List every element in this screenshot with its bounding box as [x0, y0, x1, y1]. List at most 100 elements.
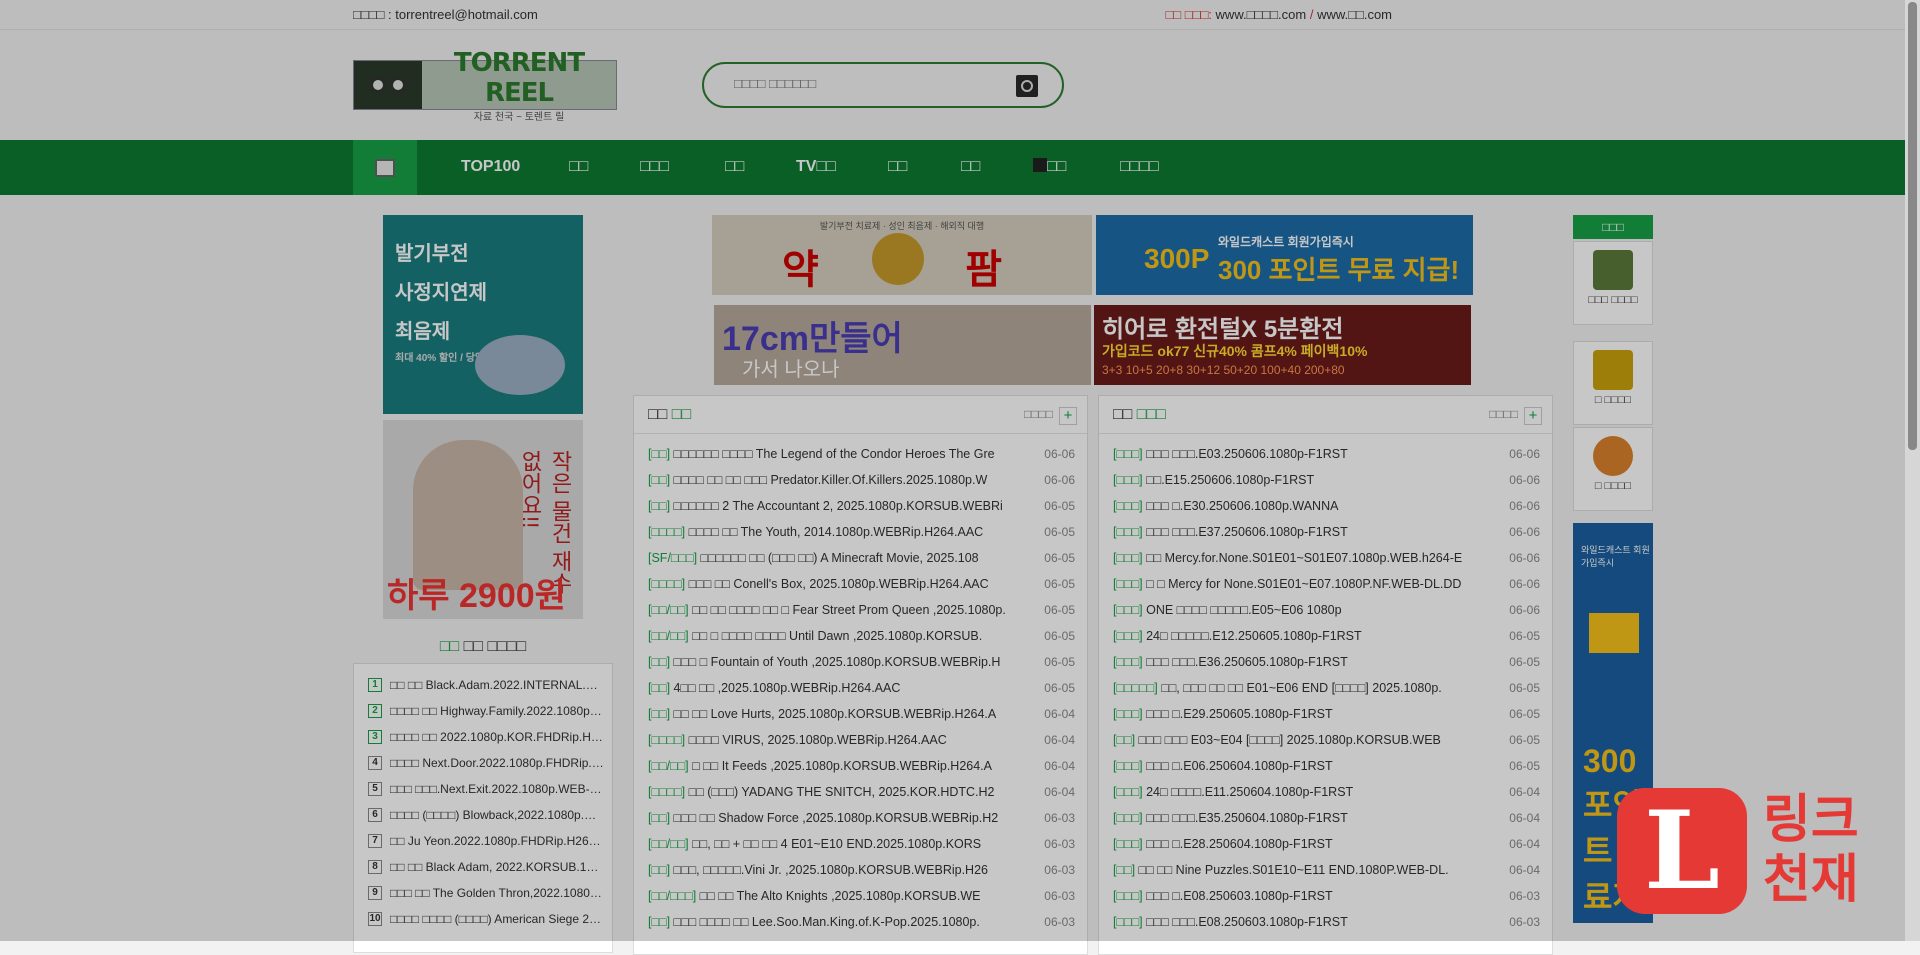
table-row[interactable]: [□□□□] □□ (□□□) YADANG THE SNITCH, 2025.…: [648, 779, 1075, 805]
table-row[interactable]: [□□□] 24□ □□□□□.E12.250605.1080p-F1RST 06…: [1113, 623, 1540, 649]
banner-pharmacy[interactable]: 발기부전 치료제 · 성인 최음제 · 해외직 대행 약 팜: [712, 215, 1092, 295]
post-title[interactable]: [□□] □□□□ □□ □□ □□□ Predator.Killer.Of.K…: [648, 473, 1039, 487]
list-item[interactable]: 2 □□□□ □□ Highway.Family.2022.1080p.WEB: [368, 698, 606, 724]
post-title[interactable]: [SF/□□□] □□□□□□ □□ (□□□ □□) A Minecraft …: [648, 551, 1039, 565]
list-item[interactable]: 1 □□ □□ Black.Adam.2022.INTERNAL.1080p: [368, 672, 606, 698]
table-row[interactable]: [□□] □□ □□ Love Hurts, 2025.1080p.KORSUB…: [648, 701, 1075, 727]
post-title[interactable]: [□□] □□□, □□□□□.Vini Jr. ,2025.1080p.KOR…: [648, 863, 1039, 877]
table-row[interactable]: [SF/□□□] □□□□□□ □□ (□□□ □□) A Minecraft …: [648, 545, 1075, 571]
item-title[interactable]: □□□□ □□ 2022.1080p.KOR.FHDRip.H264: [390, 730, 604, 744]
post-title[interactable]: [□□] □□□ □ Fountain of Youth ,2025.1080p…: [648, 655, 1039, 669]
plus-button[interactable]: +: [1524, 407, 1542, 425]
sidebar-link-3[interactable]: □ □□□□: [1573, 427, 1653, 511]
nav-item-tv[interactable]: TV□□: [796, 158, 836, 176]
item-title[interactable]: □□□ □□□.Next.Exit.2022.1080p.WEB-DL: [390, 782, 604, 796]
table-row[interactable]: [□□□] □□□ □.E06.250604.1080p-F1RST 06-05: [1113, 753, 1540, 779]
post-title[interactable]: [□□□] 24□ □□□□□.E12.250605.1080p-F1RST: [1113, 629, 1504, 643]
post-title[interactable]: [□□] □□□□□□ 2 The Accountant 2, 2025.108…: [648, 499, 1039, 513]
post-title[interactable]: [□□□] □□□ □.E29.250605.1080p-F1RST: [1113, 707, 1504, 721]
post-title[interactable]: [□□] 4□□ □□ ,2025.1080p.WEBRip.H264.AAC: [648, 681, 1039, 695]
post-title[interactable]: [□□□] □□□ □□□.E08.250603.1080p-F1RST: [1113, 915, 1504, 929]
post-title[interactable]: [□□/□□□] □□ □□ The Alto Knights ,2025.10…: [648, 889, 1039, 903]
table-row[interactable]: [□□/□□] □□ □□ □□□□ □□ □ Fear Street Prom…: [648, 597, 1075, 623]
post-title[interactable]: [□□□] □□□ □.E06.250604.1080p-F1RST: [1113, 759, 1504, 773]
post-title[interactable]: [□□/□□] □□ □□ □□□□ □□ □ Fear Street Prom…: [648, 603, 1039, 617]
post-title[interactable]: [□□□] □□.E15.250606.1080p-F1RST: [1113, 473, 1504, 487]
post-title[interactable]: [□□□] □□ Mercy.for.None.S01E01~S01E07.10…: [1113, 551, 1504, 565]
post-title[interactable]: [□□□] □□□ □□□.E35.250604.1080p-F1RST: [1113, 811, 1504, 825]
post-title[interactable]: [□□/□□] □ □□ It Feeds ,2025.1080p.KORSUB…: [648, 759, 1039, 773]
table-row[interactable]: [□□□] □□□ □.E30.250606.1080p.WANNA 06-06: [1113, 493, 1540, 519]
table-row[interactable]: [□□□] □ □ Mercy for None.S01E01~E07.1080…: [1113, 571, 1540, 597]
nav-item-8[interactable]: □□: [1033, 158, 1066, 176]
nav-item-7[interactable]: □□: [961, 158, 980, 176]
table-row[interactable]: [□□□□] □□□□ VIRUS, 2025.1080p.WEBRip.H26…: [648, 727, 1075, 753]
search-button[interactable]: [1016, 75, 1038, 97]
more-link[interactable]: □□□□: [1489, 407, 1518, 421]
post-title[interactable]: [□□□] □□□ □.E30.250606.1080p.WANNA: [1113, 499, 1504, 513]
table-row[interactable]: [□□□] □□□ □.E08.250603.1080p-F1RST 06-03: [1113, 883, 1540, 909]
post-title[interactable]: [□□□□] □□□□ VIRUS, 2025.1080p.WEBRip.H26…: [648, 733, 1039, 747]
banner-points[interactable]: 300P 와일드캐스트 회원가입즉시 300 포인트 무료 지급!: [1096, 215, 1473, 295]
post-title[interactable]: [□□] □□□ □□□ E03~E04 [□□□□] 2025.1080p.K…: [1113, 733, 1504, 747]
list-item[interactable]: 3 □□□□ □□ 2022.1080p.KOR.FHDRip.H264: [368, 724, 606, 750]
post-title[interactable]: [□□□□] □□ (□□□) YADANG THE SNITCH, 2025.…: [648, 785, 1039, 799]
table-row[interactable]: [□□□] □□□ □□□.E03.250606.1080p-F1RST 06-0…: [1113, 441, 1540, 467]
nav-item-2[interactable]: □□: [569, 158, 588, 176]
table-row[interactable]: [□□□] □□□ □.E29.250605.1080p-F1RST 06-05: [1113, 701, 1540, 727]
post-title[interactable]: [□□] □□ □□ Love Hurts, 2025.1080p.KORSUB…: [648, 707, 1039, 721]
table-row[interactable]: [□□□] □□□ □□□.E36.250605.1080p-F1RST 06-0…: [1113, 649, 1540, 675]
post-title[interactable]: [□□/□□] □□, □□ + □□ □□ 4 E01~E10 END.202…: [648, 837, 1039, 851]
post-title[interactable]: [□□□] ONE □□□□ □□□□□.E05~E06 1080p: [1113, 603, 1504, 617]
banner-hero[interactable]: 히어로 환전털X 5분환전 가입코드 ok77 신규40% 콤프4% 페이백10…: [1094, 305, 1471, 385]
item-title[interactable]: □□□□ □□□□ (□□□□) American Siege 2022: [390, 912, 604, 926]
left-ad-1[interactable]: 발기부전 사정지연제 최음제 최대 40% 할인 / 당일배송: [383, 215, 583, 414]
item-title[interactable]: □□ □□ Black.Adam.2022.INTERNAL.1080p: [390, 678, 604, 692]
list-item[interactable]: 6 □□□□ (□□□□) Blowback,2022.1080p.WEB: [368, 802, 606, 828]
scrollbar-thumb[interactable]: [1908, 2, 1917, 450]
search-input[interactable]: [734, 76, 994, 91]
post-title[interactable]: [□□] □□□ □□ Shadow Force ,2025.1080p.KOR…: [648, 811, 1039, 825]
nav-item-6[interactable]: □□: [888, 158, 907, 176]
table-row[interactable]: [□□□□] □□□□ □□ The Youth, 2014.1080p.WEB…: [648, 519, 1075, 545]
table-row[interactable]: [□□] □□□, □□□□□.Vini Jr. ,2025.1080p.KOR…: [648, 857, 1075, 883]
table-row[interactable]: [□□□] □□ Mercy.for.None.S01E01~S01E07.10…: [1113, 545, 1540, 571]
item-title[interactable]: □□□□ (□□□□) Blowback,2022.1080p.WEB: [390, 808, 604, 822]
sidebar-link-2[interactable]: □ □□□□: [1573, 341, 1653, 425]
floating-logo[interactable]: L 링크 천재: [1615, 788, 1915, 914]
table-row[interactable]: [□□□] ONE □□□□ □□□□□.E05~E06 1080p 06-06: [1113, 597, 1540, 623]
table-row[interactable]: [□□/□□□] □□ □□ The Alto Knights ,2025.10…: [648, 883, 1075, 909]
table-row[interactable]: [□□□] □□.E15.250606.1080p-F1RST 06-06: [1113, 467, 1540, 493]
post-title[interactable]: [□□□] □□□ □.E28.250604.1080p-F1RST: [1113, 837, 1504, 851]
list-item[interactable]: 10 □□□□ □□□□ (□□□□) American Siege 2022: [368, 906, 606, 932]
post-title[interactable]: [□□□□□] □□, □□□ □□ □□ E01~E06 END [□□□□]…: [1113, 681, 1504, 695]
post-title[interactable]: [□□□] 24□ □□□□.E11.250604.1080p-F1RST: [1113, 785, 1504, 799]
table-row[interactable]: [□□] □□□□□□ 2 The Accountant 2, 2025.108…: [648, 493, 1075, 519]
list-item[interactable]: 4 □□□□ Next.Door.2022.1080p.FHDRip.H264: [368, 750, 606, 776]
post-title[interactable]: [□□□] □ □ Mercy for None.S01E01~E07.1080…: [1113, 577, 1504, 591]
table-row[interactable]: [□□□] 24□ □□□□.E11.250604.1080p-F1RST 06-…: [1113, 779, 1540, 805]
address-link-2[interactable]: www.□□.com: [1317, 7, 1392, 22]
item-title[interactable]: □□□□ Next.Door.2022.1080p.FHDRip.H264: [390, 756, 604, 770]
post-title[interactable]: [□□/□□] □□ □ □□□□ □□□□ Until Dawn ,2025.…: [648, 629, 1039, 643]
banner-enlarge[interactable]: 17cm만들어 가서 나오나: [714, 305, 1091, 385]
list-item[interactable]: 5 □□□ □□□.Next.Exit.2022.1080p.WEB-DL: [368, 776, 606, 802]
post-title[interactable]: [□□] □□□□□□ □□□□ The Legend of the Condo…: [648, 447, 1039, 461]
item-title[interactable]: □□ Ju Yeon.2022.1080p.FHDRip.H264.AAC: [390, 834, 604, 848]
nav-item-top100[interactable]: TOP100: [461, 158, 520, 176]
table-row[interactable]: [□□/□□] □□ □ □□□□ □□□□ Until Dawn ,2025.…: [648, 623, 1075, 649]
table-row[interactable]: [□□] □□□ □□ Shadow Force ,2025.1080p.KOR…: [648, 805, 1075, 831]
table-row[interactable]: [□□/□□] □□, □□ + □□ □□ 4 E01~E10 END.202…: [648, 831, 1075, 857]
table-row[interactable]: [□□□] □□□ □□□.E08.250603.1080p-F1RST 06-0…: [1113, 909, 1540, 935]
table-row[interactable]: [□□] 4□□ □□ ,2025.1080p.WEBRip.H264.AAC 0…: [648, 675, 1075, 701]
post-title[interactable]: [□□□□] □□□ □□ Conell's Box, 2025.1080p.W…: [648, 577, 1039, 591]
table-row[interactable]: [□□□] □□□ □□□.E37.250606.1080p-F1RST 06-0…: [1113, 519, 1540, 545]
item-title[interactable]: □□ □□ Black Adam, 2022.KORSUB.1080p: [390, 860, 604, 874]
item-title[interactable]: □□□ □□ The Golden Thron,2022.1080p.WEB: [390, 886, 604, 900]
table-row[interactable]: [□□] □□ □□ Nine Puzzles.S01E10~E11 END.1…: [1113, 857, 1540, 883]
table-row[interactable]: [□□□] □□□ □□□.E35.250604.1080p-F1RST 06-0…: [1113, 805, 1540, 831]
table-row[interactable]: [□□□□□] □□, □□□ □□ □□ E01~E06 END [□□□□]…: [1113, 675, 1540, 701]
post-title[interactable]: [□□] □□□ □□□□ □□ Lee.Soo.Man.King.of.K-P…: [648, 915, 1039, 929]
list-item[interactable]: 8 □□ □□ Black Adam, 2022.KORSUB.1080p: [368, 854, 606, 880]
table-row[interactable]: [□□] □□□□□□ □□□□ The Legend of the Condo…: [648, 441, 1075, 467]
